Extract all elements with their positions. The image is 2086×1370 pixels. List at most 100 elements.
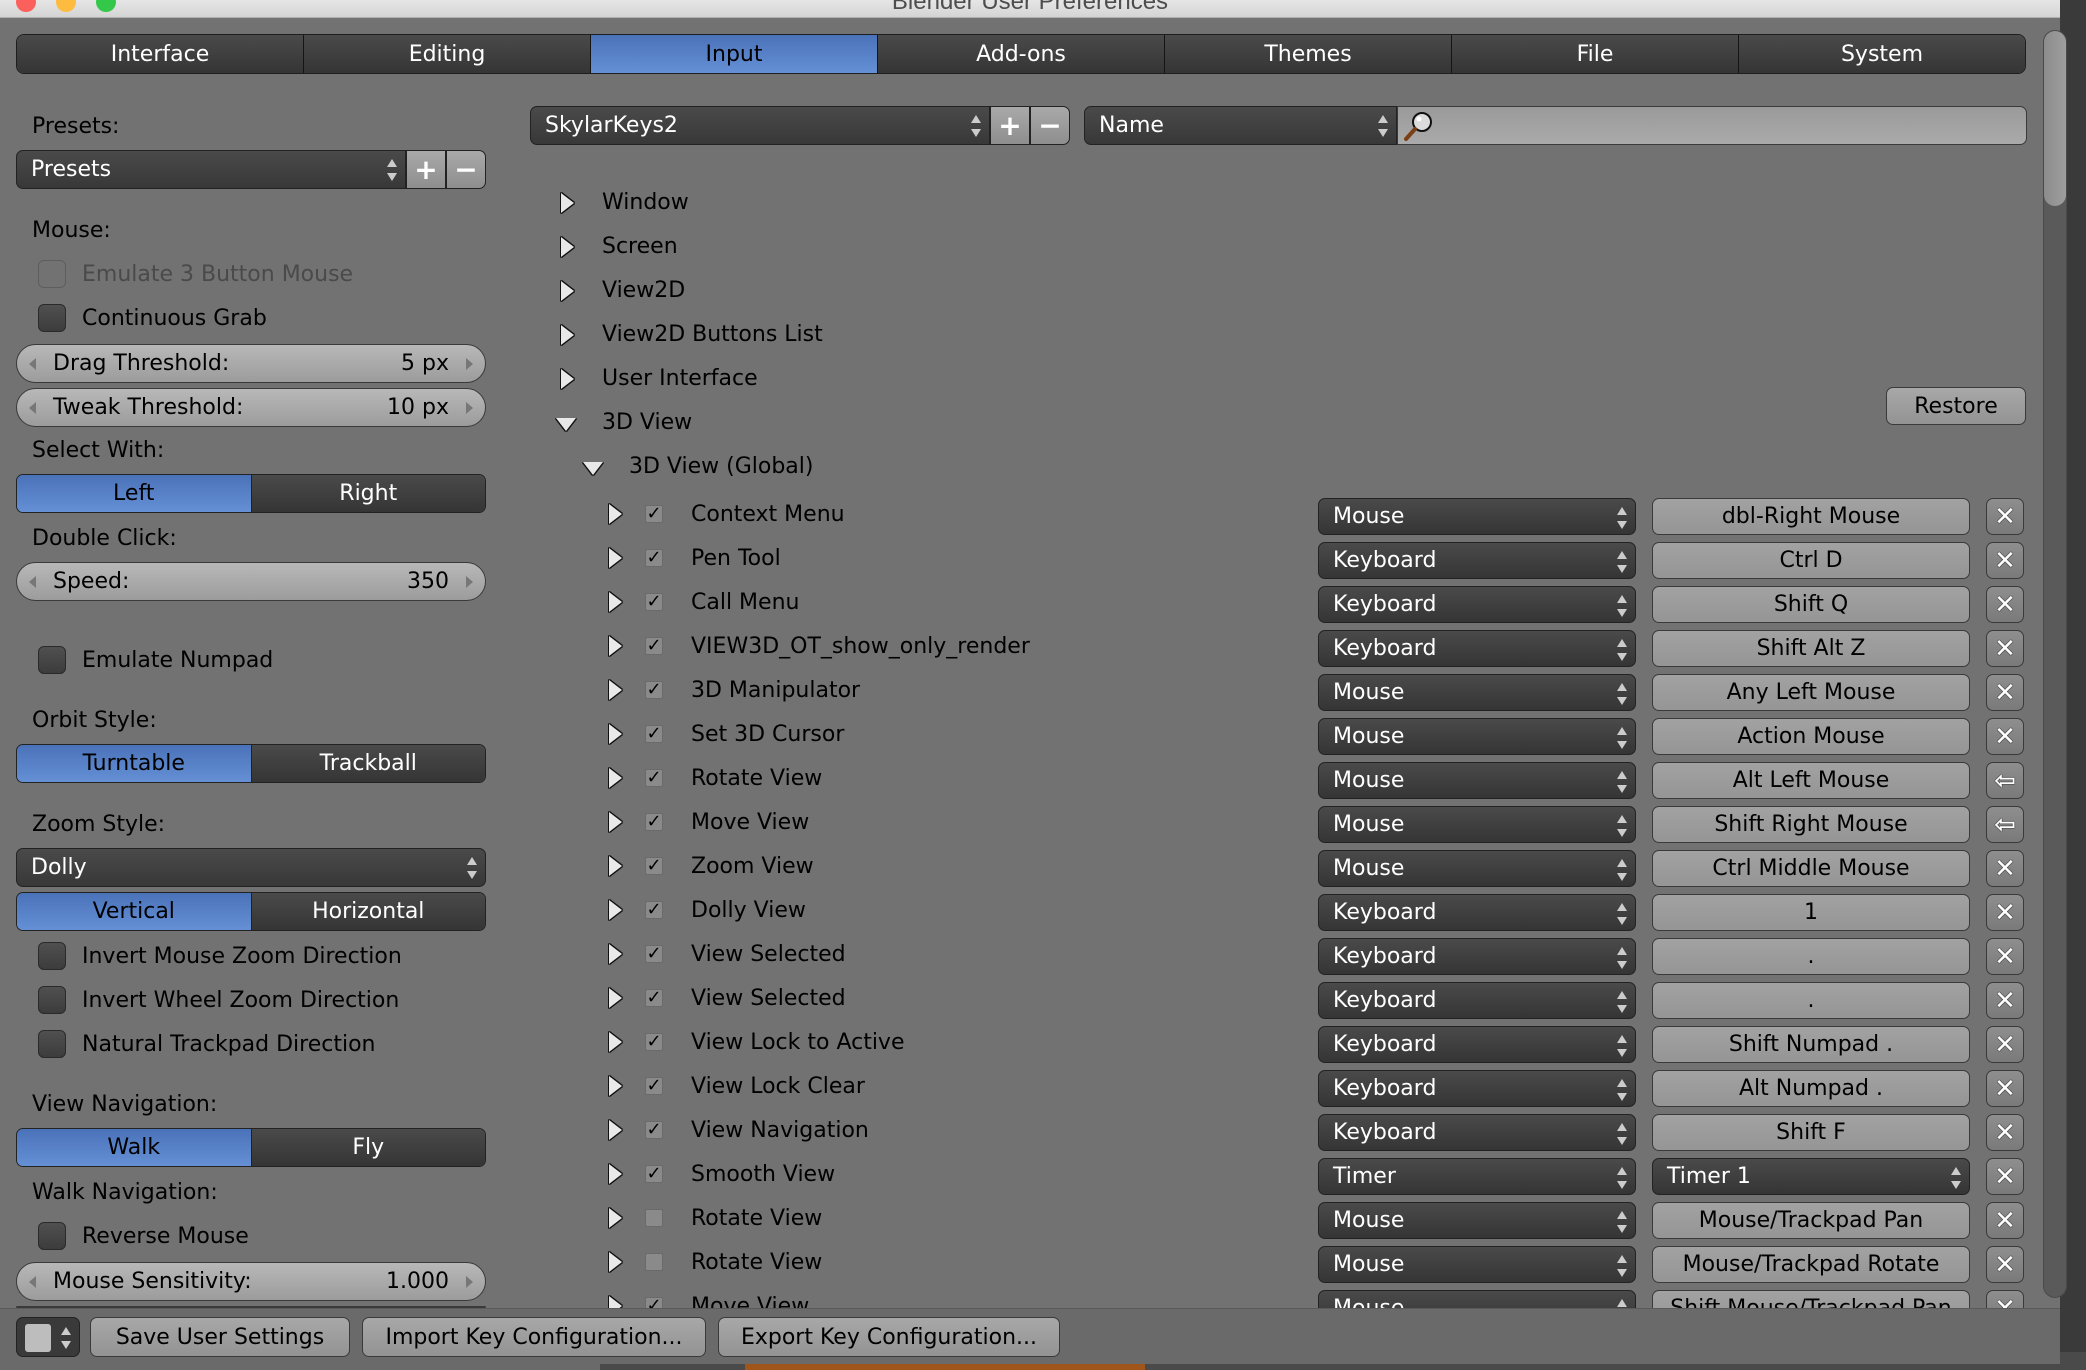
save-user-settings-button[interactable]: Save User Settings: [90, 1317, 350, 1357]
remove-item-button[interactable]: ✕: [1986, 938, 2024, 975]
expand-triangle-icon[interactable]: [609, 724, 622, 744]
expand-triangle-icon[interactable]: [609, 1252, 622, 1272]
remove-item-button[interactable]: ✕: [1986, 542, 2024, 579]
key-binding-button[interactable]: Mouse/Trackpad Rotate: [1652, 1246, 1970, 1283]
expand-triangle-icon[interactable]: [609, 900, 622, 920]
expand-triangle-icon[interactable]: [609, 636, 622, 656]
input-type-dropdown[interactable]: Mouse: [1318, 674, 1636, 711]
remove-item-button[interactable]: ✕: [1986, 674, 2024, 711]
key-binding-button[interactable]: Ctrl Middle Mouse: [1652, 850, 1970, 887]
keymap-subcategory-label[interactable]: 3D View (Global): [629, 454, 813, 479]
expand-triangle-icon[interactable]: [561, 325, 574, 345]
expand-triangle-icon[interactable]: [609, 1164, 622, 1184]
remove-item-button[interactable]: ✕: [1986, 586, 2024, 623]
keymap-item-enabled-checkbox[interactable]: ✓: [645, 1033, 663, 1051]
expand-triangle-icon[interactable]: [609, 812, 622, 832]
input-type-dropdown[interactable]: Mouse: [1318, 718, 1636, 755]
input-type-dropdown[interactable]: Keyboard: [1318, 1026, 1636, 1063]
remove-item-button[interactable]: ✕: [1986, 718, 2024, 755]
remove-item-button[interactable]: ✕: [1986, 1246, 2024, 1283]
scrollbar-thumb[interactable]: [2044, 31, 2066, 206]
remove-item-button[interactable]: ✕: [1986, 1026, 2024, 1063]
keymap-item-enabled-checkbox[interactable]: ✓: [645, 769, 663, 787]
expand-triangle-icon[interactable]: [609, 944, 622, 964]
expand-triangle-icon[interactable]: [609, 680, 622, 700]
key-binding-button[interactable]: Shift Alt Z: [1652, 630, 1970, 667]
keymap-category-label[interactable]: View2D Buttons List: [602, 322, 823, 347]
key-binding-button[interactable]: .: [1652, 982, 1970, 1019]
export-key-configuration-button[interactable]: Export Key Configuration...: [718, 1317, 1060, 1357]
keymap-item-enabled-checkbox[interactable]: ✓: [645, 1121, 663, 1139]
keymap-search-input[interactable]: [1397, 106, 2027, 145]
remove-keyconfig-button[interactable]: −: [1030, 106, 1070, 145]
expand-triangle-icon[interactable]: [609, 988, 622, 1008]
keymap-category-label[interactable]: 3D View: [602, 410, 692, 435]
key-binding-button[interactable]: .: [1652, 938, 1970, 975]
keymap-category-label[interactable]: Screen: [602, 234, 678, 259]
expand-triangle-icon[interactable]: [609, 504, 622, 524]
input-type-dropdown[interactable]: Mouse: [1318, 762, 1636, 799]
remove-item-button[interactable]: ✕: [1986, 982, 2024, 1019]
input-type-dropdown[interactable]: Keyboard: [1318, 542, 1636, 579]
keymap-item-enabled-checkbox[interactable]: ✓: [645, 945, 663, 963]
import-key-configuration-button[interactable]: Import Key Configuration...: [362, 1317, 706, 1357]
expand-triangle-icon[interactable]: [609, 1076, 622, 1096]
input-type-dropdown[interactable]: Mouse: [1318, 498, 1636, 535]
input-type-dropdown[interactable]: Keyboard: [1318, 1114, 1636, 1151]
editor-type-menu[interactable]: [16, 1317, 80, 1357]
key-binding-button[interactable]: Any Left Mouse: [1652, 674, 1970, 711]
key-binding-button[interactable]: 1: [1652, 894, 1970, 931]
collapse-triangle-icon[interactable]: [583, 462, 603, 475]
keymap-category-label[interactable]: Window: [602, 190, 689, 215]
input-type-dropdown[interactable]: Keyboard: [1318, 894, 1636, 931]
key-binding-button[interactable]: Mouse/Trackpad Pan: [1652, 1202, 1970, 1239]
remove-item-button[interactable]: ✕: [1986, 498, 2024, 535]
remove-item-button[interactable]: ✕: [1986, 850, 2024, 887]
remove-item-button[interactable]: ✕: [1986, 630, 2024, 667]
input-type-dropdown[interactable]: Keyboard: [1318, 938, 1636, 975]
expand-triangle-icon[interactable]: [609, 592, 622, 612]
expand-triangle-icon[interactable]: [609, 1032, 622, 1052]
key-binding-button[interactable]: Action Mouse: [1652, 718, 1970, 755]
collapse-triangle-icon[interactable]: [556, 418, 576, 431]
remove-item-button[interactable]: ✕: [1986, 1158, 2024, 1195]
input-type-dropdown[interactable]: Mouse: [1318, 806, 1636, 843]
keymap-item-enabled-checkbox[interactable]: ✓: [645, 857, 663, 875]
keymap-item-enabled-checkbox[interactable]: ✓: [645, 549, 663, 567]
input-type-dropdown[interactable]: Timer: [1318, 1158, 1636, 1195]
key-binding-button[interactable]: Shift Right Mouse: [1652, 806, 1970, 843]
remove-item-button[interactable]: ✕: [1986, 894, 2024, 931]
keymap-item-enabled-checkbox[interactable]: ✓: [645, 505, 663, 523]
keymap-item-enabled-checkbox[interactable]: ✓: [645, 681, 663, 699]
expand-triangle-icon[interactable]: [561, 193, 574, 213]
keymap-item-enabled-checkbox[interactable]: ✓: [645, 989, 663, 1007]
keymap-item-enabled-checkbox[interactable]: ✓: [645, 1077, 663, 1095]
restore-item-button[interactable]: ⇦: [1986, 806, 2024, 843]
keymap-item-enabled-checkbox[interactable]: ✓: [645, 593, 663, 611]
vertical-scrollbar[interactable]: [2043, 30, 2067, 1298]
expand-triangle-icon[interactable]: [609, 856, 622, 876]
expand-triangle-icon[interactable]: [609, 548, 622, 568]
expand-triangle-icon[interactable]: [609, 1208, 622, 1228]
key-binding-button[interactable]: Shift Q: [1652, 586, 1970, 623]
input-type-dropdown[interactable]: Mouse: [1318, 850, 1636, 887]
timer-dropdown[interactable]: Timer 1: [1652, 1158, 1970, 1195]
input-type-dropdown[interactable]: Mouse: [1318, 1246, 1636, 1283]
restore-button[interactable]: Restore: [1886, 387, 2026, 425]
expand-triangle-icon[interactable]: [561, 237, 574, 257]
keymap-category-label[interactable]: User Interface: [602, 366, 758, 391]
remove-item-button[interactable]: ✕: [1986, 1202, 2024, 1239]
expand-triangle-icon[interactable]: [609, 1120, 622, 1140]
filter-type-dropdown[interactable]: Name: [1084, 106, 1397, 145]
keyconfig-dropdown[interactable]: SkylarKeys2: [530, 106, 990, 145]
add-keyconfig-button[interactable]: +: [990, 106, 1030, 145]
key-binding-button[interactable]: Alt Numpad .: [1652, 1070, 1970, 1107]
key-binding-button[interactable]: Alt Left Mouse: [1652, 762, 1970, 799]
keymap-item-enabled-checkbox[interactable]: [645, 1209, 663, 1227]
remove-item-button[interactable]: ✕: [1986, 1070, 2024, 1107]
key-binding-button[interactable]: Shift Numpad .: [1652, 1026, 1970, 1063]
keymap-item-enabled-checkbox[interactable]: ✓: [645, 637, 663, 655]
key-binding-button[interactable]: Ctrl D: [1652, 542, 1970, 579]
keymap-item-enabled-checkbox[interactable]: ✓: [645, 901, 663, 919]
keymap-item-enabled-checkbox[interactable]: ✓: [645, 1165, 663, 1183]
